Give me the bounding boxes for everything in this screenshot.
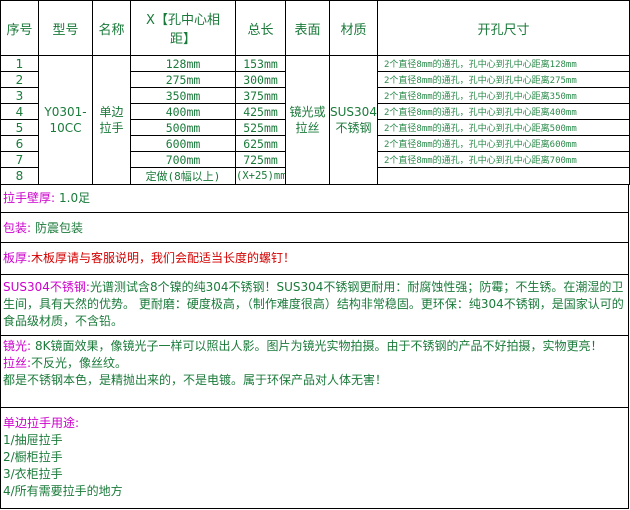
- row-hole: [377, 167, 630, 185]
- name-cell: 单边拉手: [92, 55, 131, 185]
- steel-section: SUS304不锈钢:光谱测试含8个镍的纯304不锈钢！SUS304不锈钢更耐用：…: [0, 275, 629, 336]
- row-hole: 2个直径8mm的通孔，孔中心到孔中心距离700mm: [377, 151, 630, 168]
- header-model: 型号: [38, 0, 93, 56]
- board-label: 板厚:: [3, 251, 32, 265]
- row-hole: 2个直径8mm的通孔，孔中心到孔中心距离400mm: [377, 103, 630, 120]
- thickness-label: 拉手壁厚:: [3, 191, 56, 205]
- header-index: 序号: [0, 0, 39, 56]
- finish-note: 都是不锈钢本色，是精抛出来的，不是电镀。属于环保产品对人体无害！: [3, 373, 388, 387]
- row-index: 8: [0, 167, 39, 185]
- thickness-section: 拉手壁厚: 1.0足: [0, 184, 629, 213]
- header-total-length: 总长: [235, 0, 286, 56]
- table-header-row: 序号 型号 名称 X【孔中心相距】 总长 表面 材质 开孔尺寸: [0, 0, 630, 56]
- row-index: 3: [0, 87, 39, 104]
- mirror-label: 镜光:: [3, 339, 32, 353]
- brushed-text: 不反光，像丝纹。: [31, 356, 128, 370]
- row-distance: 350mm: [130, 87, 236, 104]
- mirror-text: 8K镜面效果，像镜光子一样可以照出人影。图片为镜光实物拍摄。由于不锈钢的产品不好…: [35, 339, 603, 353]
- brushed-line: 拉丝:不反光，像丝纹。: [3, 355, 626, 372]
- row-index: 5: [0, 119, 39, 136]
- row-total: 153mm: [235, 55, 286, 72]
- row-hole: 2个直径8mm的通孔，孔中心到孔中心距离500mm: [377, 119, 630, 136]
- usage-item: 4/所有需要拉手的地方: [3, 484, 123, 498]
- brushed-label: 拉丝:: [3, 356, 32, 370]
- packing-label: 包装:: [3, 221, 32, 235]
- finish-section: 镜光: 8K镜面效果，像镜光子一样可以照出人影。图片为镜光实物拍摄。由于不锈钢的产…: [0, 336, 629, 408]
- steel-label: SUS304不锈钢:: [3, 280, 90, 294]
- mirror-line: 镜光: 8K镜面效果，像镜光子一样可以照出人影。图片为镜光实物拍摄。由于不锈钢的产…: [3, 338, 626, 355]
- row-total: 300mm: [235, 71, 286, 88]
- row-hole: 2个直径8mm的通孔，孔中心到孔中心距离275mm: [377, 71, 630, 88]
- board-section: 板厚:木板厚请与客服说明，我们会配适当长度的螺钉！: [0, 243, 629, 275]
- usage-item: 1/抽屉拉手: [3, 433, 63, 447]
- row-total: (X+25)mm: [235, 167, 286, 185]
- row-index: 4: [0, 103, 39, 120]
- usage-item: 2/橱柜拉手: [3, 450, 63, 464]
- header-material: 材质: [329, 0, 378, 56]
- row-index: 2: [0, 71, 39, 88]
- row-distance: 600mm: [130, 135, 236, 152]
- model-cell: Y0301-10CC: [38, 55, 93, 185]
- material-cell: SUS304不锈钢: [329, 55, 378, 185]
- usage-item: 3/衣柜拉手: [3, 467, 63, 481]
- row-hole: 2个直径8mm的通孔，孔中心到孔中心距离350mm: [377, 87, 630, 104]
- row-hole: 2个直径8mm的通孔，孔中心到孔中心距离128mm: [377, 55, 630, 72]
- row-total: 625mm: [235, 135, 286, 152]
- steel-text: 光谱测试含8个镍的纯304不锈钢！SUS304不锈钢更耐用：耐腐蚀性强；防霉；不…: [3, 280, 624, 328]
- row-distance: 700mm: [130, 151, 236, 168]
- usage-section: 单边拉手用途: 1/抽屉拉手 2/橱柜拉手 3/衣柜拉手 4/所有需要拉手的地方: [0, 408, 629, 509]
- thickness-value: 1.0足: [59, 191, 91, 205]
- row-distance: 275mm: [130, 71, 236, 88]
- row-hole: 2个直径8mm的通孔，孔中心到孔中心距离600mm: [377, 135, 630, 152]
- row-distance: 500mm: [130, 119, 236, 136]
- header-hole-distance: X【孔中心相距】: [130, 0, 236, 56]
- header-name: 名称: [92, 0, 131, 56]
- row-index: 7: [0, 151, 39, 168]
- packing-section: 包装: 防震包装: [0, 213, 629, 243]
- usage-title: 单边拉手用途:: [3, 416, 80, 430]
- product-spec-sheet: 序号 型号 名称 X【孔中心相距】 总长 表面 材质 开孔尺寸 1 Y0301-…: [0, 0, 630, 510]
- row-index: 1: [0, 55, 39, 72]
- packing-value: 防震包装: [35, 221, 84, 235]
- row-distance: 定做(8幅以上): [130, 167, 236, 185]
- board-note: 木板厚请与客服说明，我们会配适当长度的螺钉！: [31, 251, 296, 265]
- surface-cell: 镜光或拉丝: [285, 55, 330, 185]
- row-total: 425mm: [235, 103, 286, 120]
- table-row: 1 Y0301-10CC 单边拉手 128mm 153mm 镜光或拉丝 SUS3…: [0, 55, 630, 185]
- row-distance: 128mm: [130, 55, 236, 72]
- header-surface: 表面: [285, 0, 330, 56]
- row-total: 375mm: [235, 87, 286, 104]
- spec-table: 序号 型号 名称 X【孔中心相距】 总长 表面 材质 开孔尺寸 1 Y0301-…: [0, 0, 630, 185]
- row-total: 525mm: [235, 119, 286, 136]
- row-distance: 400mm: [130, 103, 236, 120]
- row-index: 6: [0, 135, 39, 152]
- row-total: 725mm: [235, 151, 286, 168]
- header-hole-size: 开孔尺寸: [377, 0, 630, 56]
